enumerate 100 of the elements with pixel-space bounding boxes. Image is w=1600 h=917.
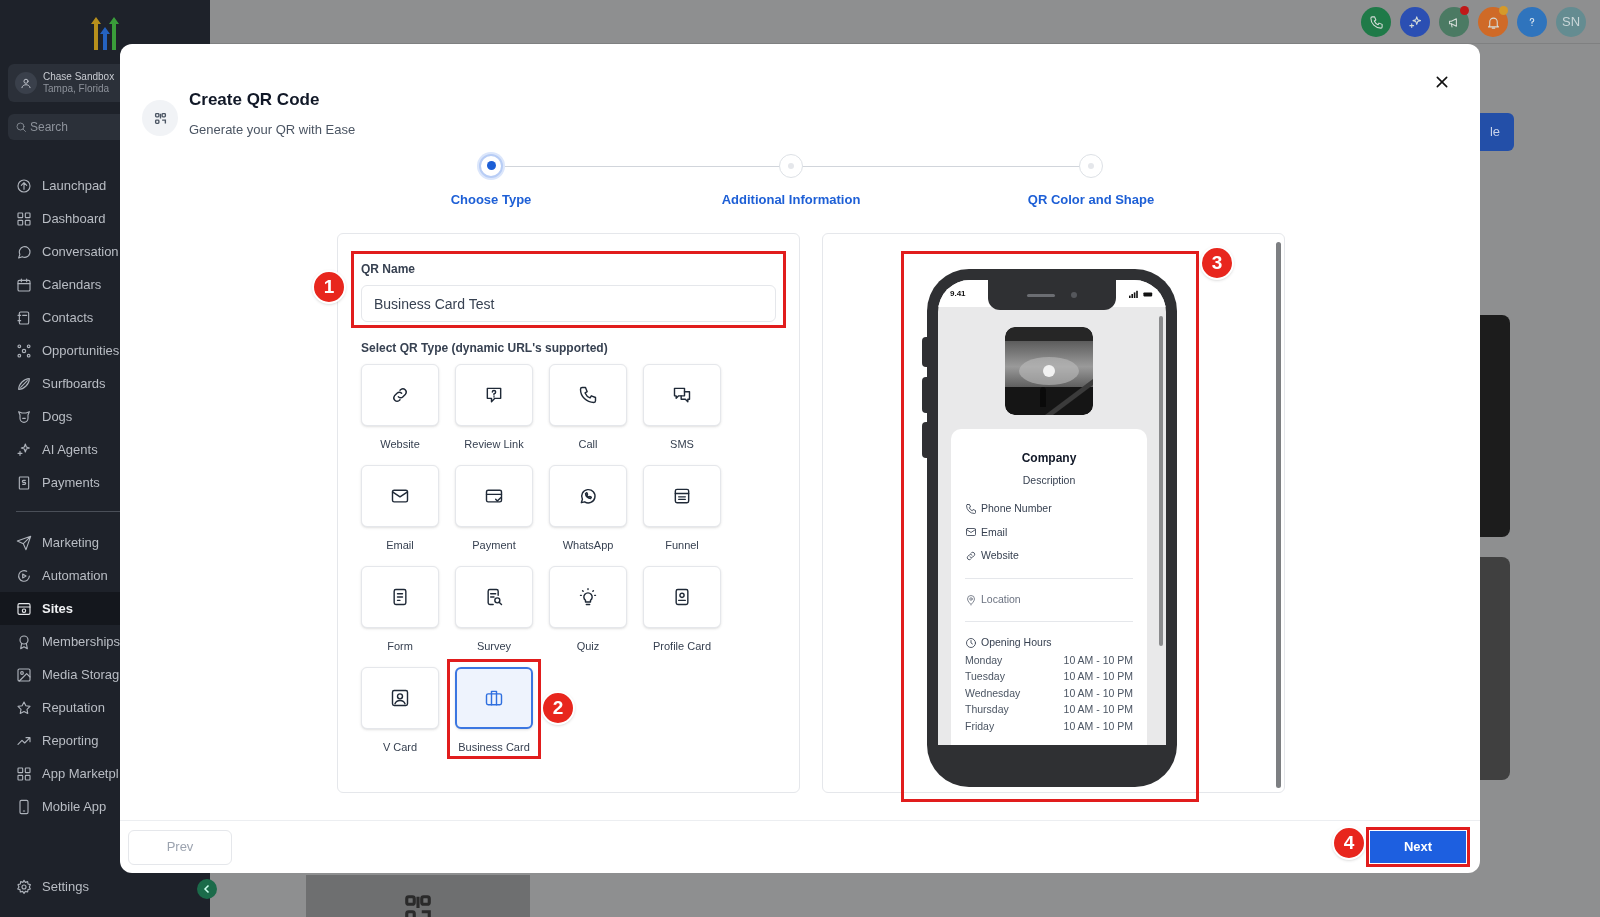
link-icon [390,385,410,405]
surfboard-icon [16,375,32,392]
sparkle-icon [1407,14,1423,30]
clock-icon [965,636,977,649]
day-label: Monday [965,652,1003,668]
nav-item[interactable]: Marketing [0,526,210,559]
nav-item[interactable]: Launchpad [0,169,210,202]
next-button[interactable]: Next [1370,831,1466,863]
search-icon [15,121,27,133]
nav-item[interactable]: Memberships [0,625,210,658]
step-label[interactable]: QR Color and Shape [1027,189,1155,209]
nav-item[interactable]: Media Storag [0,658,210,691]
contact-label: Email [981,524,1008,540]
receipt-icon [16,474,32,491]
document-icon [390,587,410,607]
tile-label: Funnel [665,538,699,553]
grid-icon [16,765,32,782]
nodes-icon [16,342,32,359]
link-icon [965,550,977,563]
nav-item[interactable]: Payments [0,466,210,499]
hours-value: 10 AM - 10 PM [1063,685,1133,701]
nav-item[interactable]: Surfboards [0,367,210,400]
question-bubble-icon [484,385,504,405]
nav-item[interactable]: Opportunities [0,334,210,367]
contact-card-icon [390,688,410,708]
chat-bubble-icon [16,243,32,260]
hours-value: 10 AM - 10 PM [1063,652,1133,668]
tile-label: Review Link [464,437,524,452]
award-icon [16,633,32,650]
nav-item[interactable]: Mobile App [0,790,210,823]
calendar-icon [16,276,32,293]
tile-label: Email [386,538,414,553]
notebook-icon [16,309,32,326]
account-name: Chase Sandbox [43,70,115,83]
tile-label: Call [578,437,598,452]
nav-item[interactable]: Reporting [0,724,210,757]
status-time: 9.41 [950,287,966,300]
nav-item[interactable]: Calendars [0,268,210,301]
chat-bubbles-icon [672,385,692,405]
contact-label: Website [981,548,1019,564]
envelope-icon [965,526,977,539]
field-label: QR Name [361,261,417,278]
header-action-button[interactable] [1478,7,1508,37]
close-icon [1434,74,1450,90]
header-action-button[interactable] [1400,7,1430,37]
rocket-icon [16,177,32,194]
star-icon [16,699,32,716]
nav-item[interactable]: Settings [0,870,210,903]
qr-code-icon [403,893,433,917]
credit-card-icon [484,486,504,506]
sparkle-icon [16,441,32,458]
contact-label: Phone Number [981,500,1052,516]
lightbulb-icon [578,587,598,607]
phone-icon [965,502,977,515]
header-action-button[interactable] [1439,7,1469,37]
play-circle-icon [16,567,32,584]
tile-label: Payment [472,538,516,553]
browser-icon [16,600,32,617]
hours-value: 10 AM - 10 PM [1063,669,1133,685]
phone-icon [1368,14,1384,30]
step-number-badge: 2 [541,691,575,725]
header-action-button[interactable] [1361,7,1391,37]
day-label: Thursday [965,702,1009,718]
location-pin-icon [965,593,977,606]
step-label[interactable]: Additional Information [721,189,861,209]
dog-icon [16,408,32,425]
signal-battery-icon [1128,289,1154,298]
tile-label: Website [380,437,420,452]
mobile-phone-icon [16,798,32,815]
bell-icon [1485,14,1501,30]
step-label[interactable]: Choose Type [450,189,532,209]
user-icon [19,76,33,90]
input-field[interactable]: Business Card Test [361,285,776,322]
hours-title: Opening Hours [981,634,1052,650]
step-number-badge: 3 [1200,246,1234,280]
nav-item[interactable]: Conversation [0,235,210,268]
section-label: Select QR Type (dynamic URL's supported) [361,340,608,357]
nav-item[interactable]: Reputation [0,691,210,724]
nav-item[interactable]: App Marketpl [0,757,210,790]
collapse-toggle[interactable] [197,879,217,899]
settings-icon [16,878,32,895]
qr-code-icon [153,111,167,125]
step-number-badge: 1 [312,270,346,304]
briefcase-icon [484,688,504,708]
hours-value: 10 AM - 10 PM [1063,702,1133,718]
grid-icon [16,210,32,227]
nav-item[interactable]: Automation [0,559,210,592]
hours-value: 10 AM - 10 PM [1063,718,1133,734]
step-number-badge: 4 [1332,826,1366,860]
nav-item[interactable]: Contacts [0,301,210,334]
day-label: Wednesday [965,685,1021,701]
company-description: Description [1022,473,1076,488]
tile-label: V Card [382,740,418,755]
nav-item[interactable]: AI Agents [0,433,210,466]
qr-type-tile[interactable] [455,667,533,729]
nav-item[interactable]: Dashboard [0,202,210,235]
badge-icon [672,587,692,607]
nav-item[interactable]: Dogs [0,400,210,433]
tile-label: SMS [670,437,694,452]
location-label: Location [981,592,1021,607]
